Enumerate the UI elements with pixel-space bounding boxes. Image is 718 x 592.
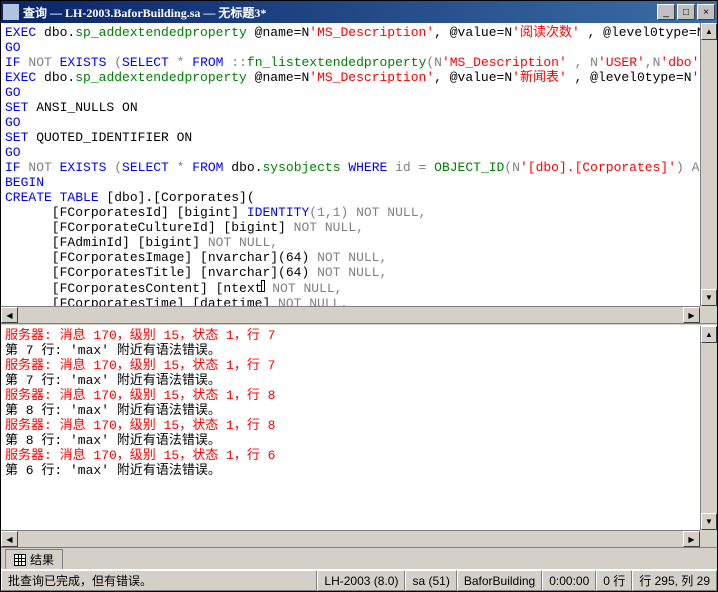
status-rows: 0 行	[596, 570, 632, 591]
close-button[interactable]: ×	[697, 4, 715, 20]
window-buttons: _ □ ×	[657, 4, 715, 20]
scroll-down-icon[interactable]: ▼	[701, 513, 717, 530]
status-time: 0:00:00	[542, 570, 596, 591]
scroll-up-icon[interactable]: ▲	[701, 23, 717, 40]
scroll-left-icon[interactable]: ◀	[1, 531, 18, 547]
sql-editor[interactable]: EXEC dbo.sp_addextendedproperty @name=N'…	[1, 23, 700, 306]
results-output[interactable]: 服务器: 消息 170，级别 15，状态 1，行 7 第 7 行: 'max' …	[1, 326, 700, 530]
window-title: 查询 — LH-2003.BaforBuilding.sa — 无标题3*	[23, 4, 657, 21]
results-pane: 服务器: 消息 170，级别 15，状态 1，行 7 第 7 行: 'max' …	[1, 326, 717, 547]
scroll-right-icon[interactable]: ▶	[683, 307, 700, 323]
results-horizontal-scrollbar[interactable]: ◀ ▶	[1, 530, 700, 547]
scroll-corner	[700, 530, 717, 547]
status-user: sa (51)	[405, 570, 456, 591]
title-bar: 查询 — LH-2003.BaforBuilding.sa — 无标题3* _ …	[1, 1, 717, 23]
sql-horizontal-scrollbar[interactable]: ◀ ▶	[1, 306, 700, 323]
sql-editor-pane: EXEC dbo.sp_addextendedproperty @name=N'…	[1, 23, 717, 323]
status-database: BaforBuilding	[457, 570, 542, 591]
scroll-corner	[700, 306, 717, 323]
sql-vertical-scrollbar[interactable]: ▲ ▼	[700, 23, 717, 306]
tab-label: 结果	[30, 551, 54, 568]
status-server: LH-2003 (8.0)	[317, 570, 405, 591]
status-message: 批查询已完成，但有错误。	[1, 570, 317, 591]
scroll-left-icon[interactable]: ◀	[1, 307, 18, 323]
scroll-down-icon[interactable]: ▼	[701, 289, 717, 306]
scroll-up-icon[interactable]: ▲	[701, 326, 717, 343]
minimize-button[interactable]: _	[657, 4, 675, 20]
status-bar: 批查询已完成，但有错误。 LH-2003 (8.0) sa (51) Bafor…	[1, 569, 717, 591]
grid-icon	[14, 554, 26, 566]
status-cursor-position: 行 295, 列 29	[632, 570, 717, 591]
tab-results[interactable]: 结果	[5, 549, 63, 569]
scroll-right-icon[interactable]: ▶	[683, 531, 700, 547]
maximize-button[interactable]: □	[677, 4, 695, 20]
results-tab-bar: 结果	[1, 547, 717, 569]
results-vertical-scrollbar[interactable]: ▲ ▼	[700, 326, 717, 530]
app-icon	[3, 4, 19, 20]
